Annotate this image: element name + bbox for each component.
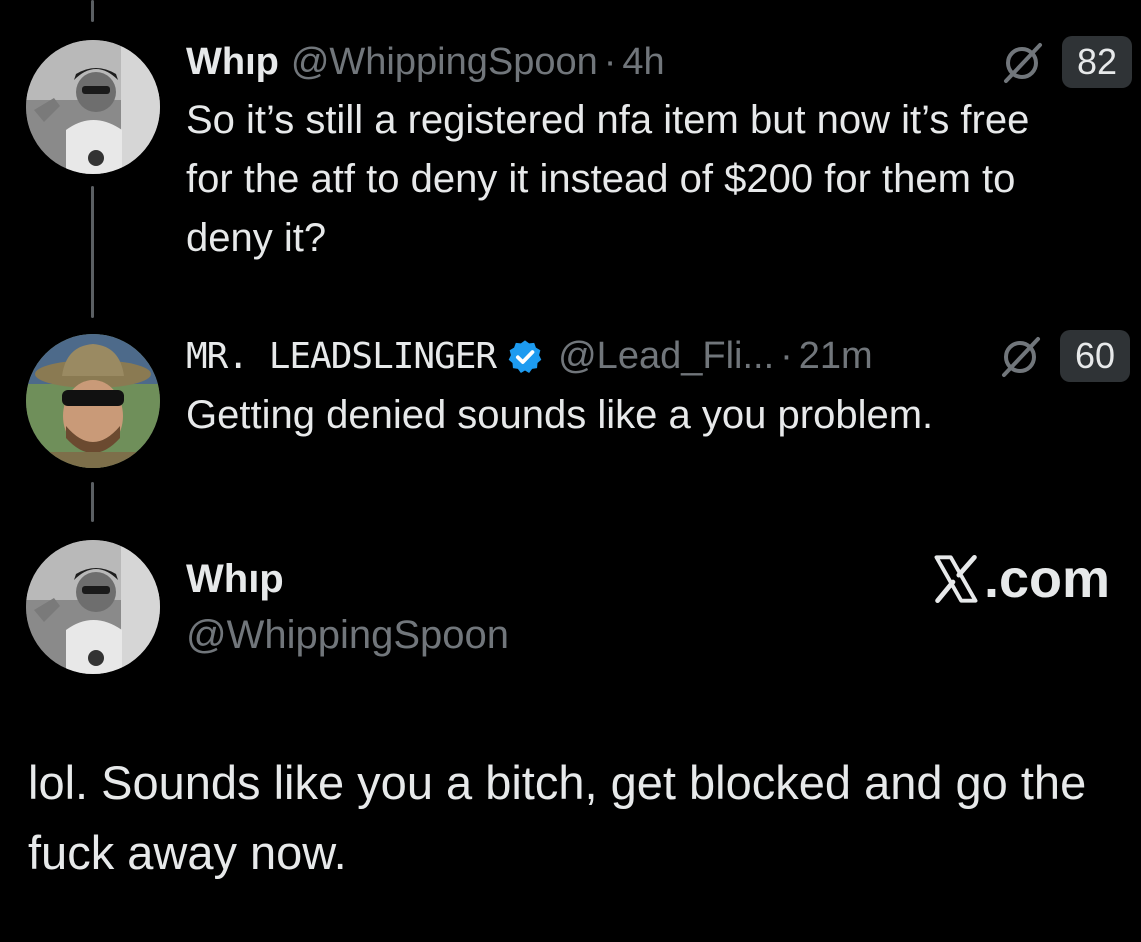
thread-line-bottom	[91, 482, 94, 522]
tweet-2-handle[interactable]: @Lead_Fli...	[558, 334, 774, 378]
tweet-2-time[interactable]: 21m	[799, 334, 873, 378]
tweet-1-handle[interactable]: @WhippingSpoon	[291, 40, 598, 84]
tweet-1-header: Whıp @WhippingSpoon · 4h	[186, 40, 665, 84]
grok-icon	[1004, 43, 1042, 83]
tweet-1-separator: ·	[603, 41, 617, 83]
tweet-1-text: So it’s still a registered nfa item but …	[186, 98, 1030, 260]
avatar-whip[interactable]	[26, 40, 160, 174]
tweet-2-count-badge: 60	[1060, 330, 1130, 382]
avatar-leadslinger-image	[26, 334, 160, 468]
tweet-2-display-name[interactable]: MR. LEADSLINGER	[186, 335, 497, 379]
avatar-whip-image	[26, 40, 160, 174]
tweet-2-text: Getting denied sounds like a you problem…	[186, 393, 934, 437]
avatar-whip-quote[interactable]	[26, 540, 160, 674]
tweet-2-grok-group[interactable]: 60	[998, 330, 1130, 382]
avatar-leadslinger[interactable]	[26, 334, 160, 468]
grok-icon	[1002, 337, 1040, 377]
x-logo-icon	[934, 554, 978, 604]
quote-text: lol. Sounds like you a bitch, get blocke…	[28, 756, 1087, 879]
tweet-2-separator: ·	[780, 335, 793, 377]
tweet-2-header: MR. LEADSLINGER @Lead_Fli... · 21m	[186, 334, 873, 379]
avatar-whip-quote-image	[26, 540, 160, 674]
thread-line-middle	[91, 186, 94, 318]
quote-handle[interactable]: @WhippingSpoon	[186, 610, 509, 660]
tweet-1-grok-group[interactable]: 82	[1000, 36, 1132, 88]
brand-watermark: .com	[930, 548, 1110, 610]
tweet-1-display-name[interactable]: Whıp	[186, 40, 279, 84]
quote-display-name[interactable]: Whıp	[186, 554, 284, 604]
thread-line-top	[91, 0, 94, 22]
brand-domain: .com	[984, 549, 1111, 609]
tweet-1-count-badge: 82	[1062, 36, 1132, 88]
verified-badge-icon	[508, 339, 542, 373]
tweet-1-time[interactable]: 4h	[622, 40, 664, 84]
